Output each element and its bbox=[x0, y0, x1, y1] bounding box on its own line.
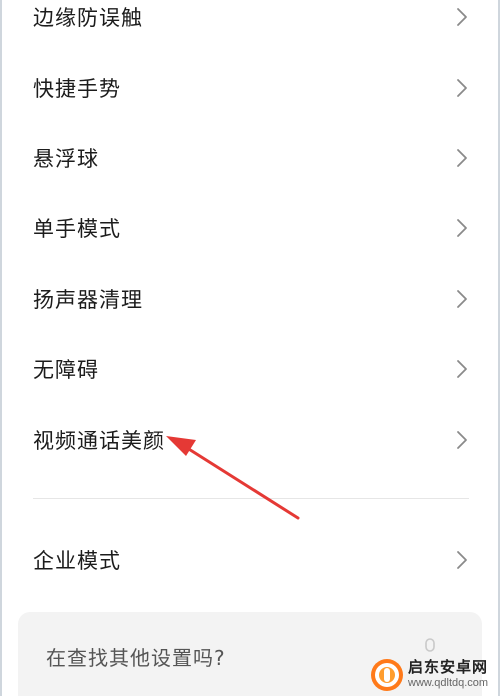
watermark-url: www.qdltdq.com bbox=[408, 677, 489, 689]
settings-page: 边缘防误触 快捷手势 悬浮球 单手模式 扬声器清理 无障碍 视频通话美颜 企业模… bbox=[0, 0, 500, 696]
menu-item-label: 企业模式 bbox=[33, 549, 121, 573]
search-prompt-text: 在查找其他设置吗? bbox=[46, 646, 226, 670]
chevron-right-icon bbox=[457, 219, 467, 237]
menu-item-label: 快捷手势 bbox=[33, 77, 121, 101]
chevron-right-icon bbox=[457, 149, 467, 167]
section-divider bbox=[33, 498, 469, 499]
menu-item-quick-gestures[interactable]: 快捷手势 bbox=[0, 53, 500, 123]
chevron-right-icon bbox=[457, 551, 467, 569]
menu-item-label: 扬声器清理 bbox=[33, 288, 143, 312]
menu-item-label: 边缘防误触 bbox=[33, 6, 143, 30]
menu-item-video-call-beauty[interactable]: 视频通话美颜 bbox=[0, 405, 500, 475]
menu-item-edge-touch-protection[interactable]: 边缘防误触 bbox=[0, 0, 500, 52]
menu-item-label: 无障碍 bbox=[33, 358, 99, 382]
menu-item-floating-ball[interactable]: 悬浮球 bbox=[0, 123, 500, 193]
chevron-right-icon bbox=[457, 360, 467, 378]
watermark-logo-icon bbox=[371, 659, 403, 691]
menu-item-label: 单手模式 bbox=[33, 217, 121, 241]
menu-item-label: 视频通话美颜 bbox=[33, 429, 165, 453]
chevron-right-icon bbox=[457, 290, 467, 308]
menu-item-label: 悬浮球 bbox=[33, 147, 99, 171]
menu-item-speaker-cleaning[interactable]: 扬声器清理 bbox=[0, 264, 500, 334]
menu-item-enterprise-mode[interactable]: 企业模式 bbox=[0, 525, 500, 595]
watermark-title: 启东安卓网 bbox=[408, 658, 489, 676]
chevron-right-icon bbox=[457, 8, 467, 26]
menu-item-one-handed-mode[interactable]: 单手模式 bbox=[0, 193, 500, 263]
chevron-right-icon bbox=[457, 79, 467, 97]
chevron-right-icon bbox=[457, 431, 467, 449]
menu-item-accessibility[interactable]: 无障碍 bbox=[0, 334, 500, 404]
site-watermark: 启东安卓网 www.qdltdq.com bbox=[370, 656, 498, 694]
